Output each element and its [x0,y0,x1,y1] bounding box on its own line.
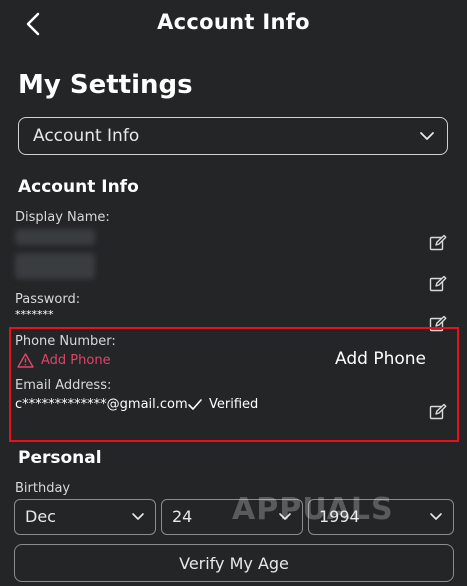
display-name-value-redacted [15,229,95,245]
page-title: My Settings [18,70,193,100]
password-value: ******* [15,308,54,321]
email-verified-status: Verified [209,397,259,412]
verify-my-age-label: Verify My Age [179,554,289,573]
add-phone-annotation: Add Phone [335,349,426,369]
chevron-down-icon [430,513,442,520]
edit-display-name-icon[interactable] [429,234,447,252]
checkmark-icon [188,399,202,410]
chevron-down-icon [420,132,434,140]
edit-username-icon[interactable] [429,275,447,293]
settings-category-dropdown[interactable]: Account Info [18,117,448,155]
personal-heading: Personal [18,448,102,468]
header-title: Account Info [157,10,310,34]
dropdown-selected-value: Account Info [33,126,140,146]
warning-icon [17,353,34,368]
display-name-label: Display Name: [15,210,110,225]
birth-month-select[interactable]: Dec [14,499,156,535]
verify-my-age-button[interactable]: Verify My Age [14,544,454,582]
birthday-label: Birthday [15,481,71,496]
phone-number-label: Phone Number: [15,334,116,349]
birth-month-value: Dec [25,507,56,526]
username-value-redacted [15,253,95,279]
birth-day-value: 24 [172,507,193,526]
email-address-label: Email Address: [15,378,112,393]
chevron-down-icon [132,513,144,520]
add-phone-link[interactable]: Add Phone [41,353,111,368]
account-info-heading: Account Info [18,177,139,197]
edit-email-icon[interactable] [429,403,447,421]
email-address-value: c*************@gmail.com [15,397,188,412]
password-label: Password: [15,292,81,307]
appuals-watermark: APPUALS [232,492,394,527]
